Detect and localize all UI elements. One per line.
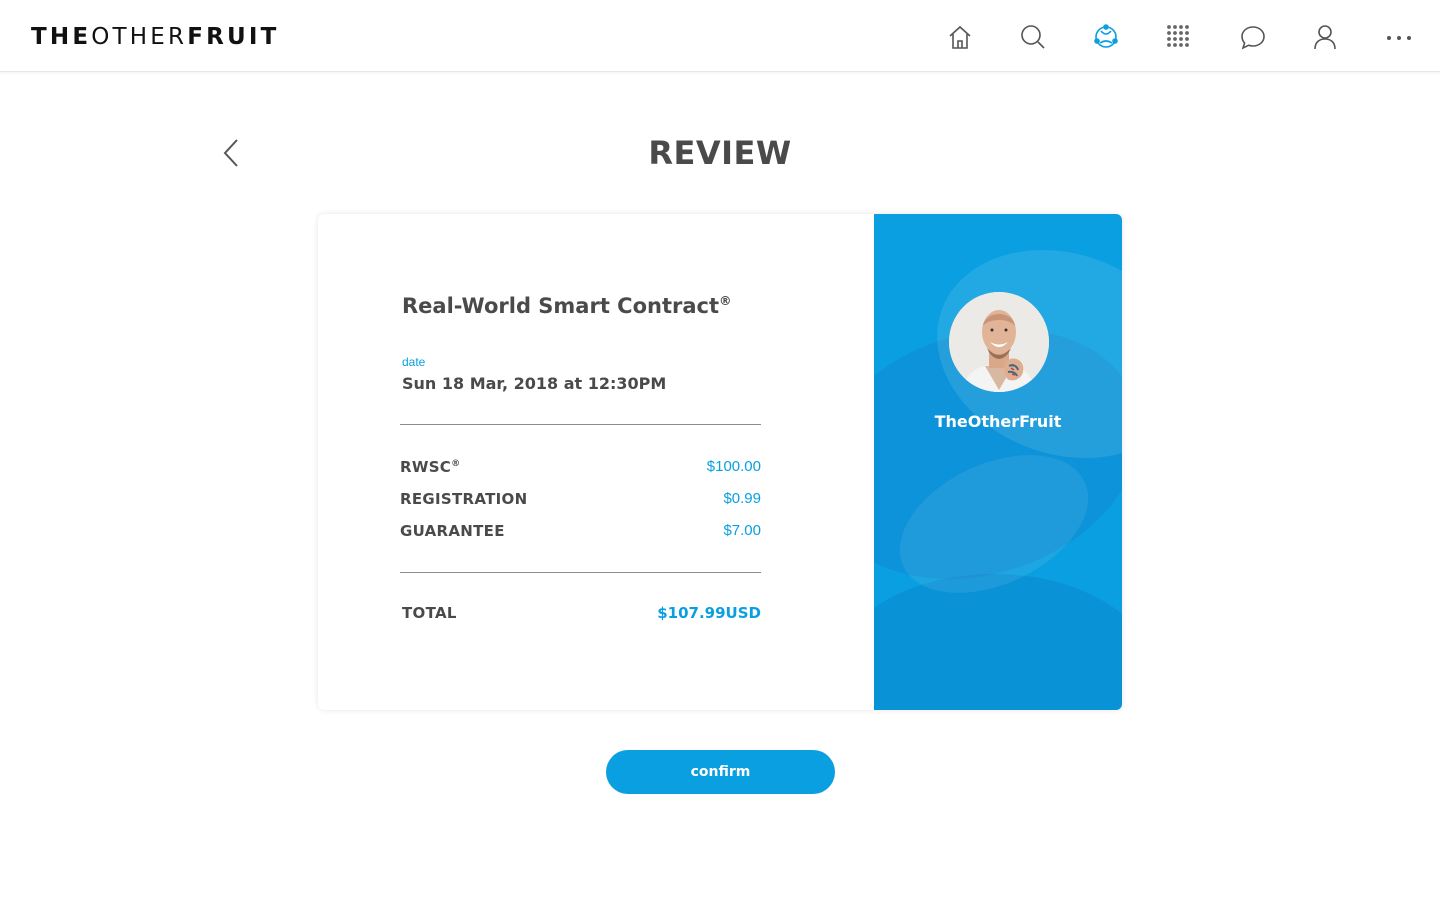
profile-panel: TheOtherFruit <box>874 214 1122 710</box>
avatar[interactable] <box>949 292 1049 392</box>
grid-dots-icon <box>1167 25 1189 47</box>
line-item-amount: $100.00 <box>706 458 761 475</box>
top-navigation-bar: THEOTHERFRUIT <box>0 0 1440 72</box>
line-item-label: GUARANTEE <box>400 522 505 540</box>
line-item-label-text: GUARANTEE <box>400 522 505 540</box>
line-item-guarantee: GUARANTEE $7.00 <box>400 518 761 550</box>
confirm-button[interactable]: confirm <box>606 750 835 794</box>
divider <box>400 572 761 573</box>
line-items: RWSC® $100.00 REGISTRATION $0.99 GUARANT… <box>400 454 761 550</box>
more-dots-icon <box>1387 36 1411 40</box>
home-icon <box>949 25 971 49</box>
line-item-label-text: RWSC <box>400 458 452 476</box>
review-card: Real-World Smart Contract® date Sun 18 M… <box>318 214 1122 710</box>
background-shape <box>874 574 1122 710</box>
network-icon <box>1094 24 1118 48</box>
user-icon <box>1314 25 1336 50</box>
total-amount: $107.99USD <box>657 604 761 622</box>
main-nav <box>0 22 1440 52</box>
nav-apps-button[interactable] <box>1164 22 1194 52</box>
nav-profile-button[interactable] <box>1310 22 1340 52</box>
line-item-registration: REGISTRATION $0.99 <box>400 486 761 518</box>
registered-mark: ® <box>719 293 732 308</box>
contract-summary: Real-World Smart Contract® date Sun 18 M… <box>318 214 874 710</box>
date-value: Sun 18 Mar, 2018 at 12:30PM <box>402 374 667 393</box>
profile-photo <box>949 292 1049 392</box>
contract-title-text: Real-World Smart Contract <box>402 294 720 318</box>
line-item-label-text: REGISTRATION <box>400 490 528 508</box>
total-label: TOTAL <box>402 604 457 622</box>
line-item-rwsc: RWSC® $100.00 <box>400 454 761 486</box>
nav-search-button[interactable] <box>1018 22 1048 52</box>
nav-home-button[interactable] <box>945 22 975 52</box>
nav-network-button[interactable] <box>1091 22 1121 52</box>
chat-bubble-icon <box>1241 26 1265 50</box>
nav-more-button[interactable] <box>1384 22 1414 52</box>
divider <box>400 424 761 425</box>
date-label: date <box>402 355 426 369</box>
search-icon <box>1021 25 1045 49</box>
page-title: REVIEW <box>648 134 792 172</box>
profile-name: TheOtherFruit <box>934 412 1062 431</box>
contract-title: Real-World Smart Contract® <box>402 294 732 318</box>
line-item-label: REGISTRATION <box>400 490 527 508</box>
line-item-amount: $0.99 <box>723 490 761 507</box>
line-item-label: RWSC® <box>400 458 460 476</box>
line-item-amount: $7.00 <box>723 522 761 539</box>
registered-mark: ® <box>451 459 461 469</box>
nav-messages-button[interactable] <box>1238 22 1268 52</box>
